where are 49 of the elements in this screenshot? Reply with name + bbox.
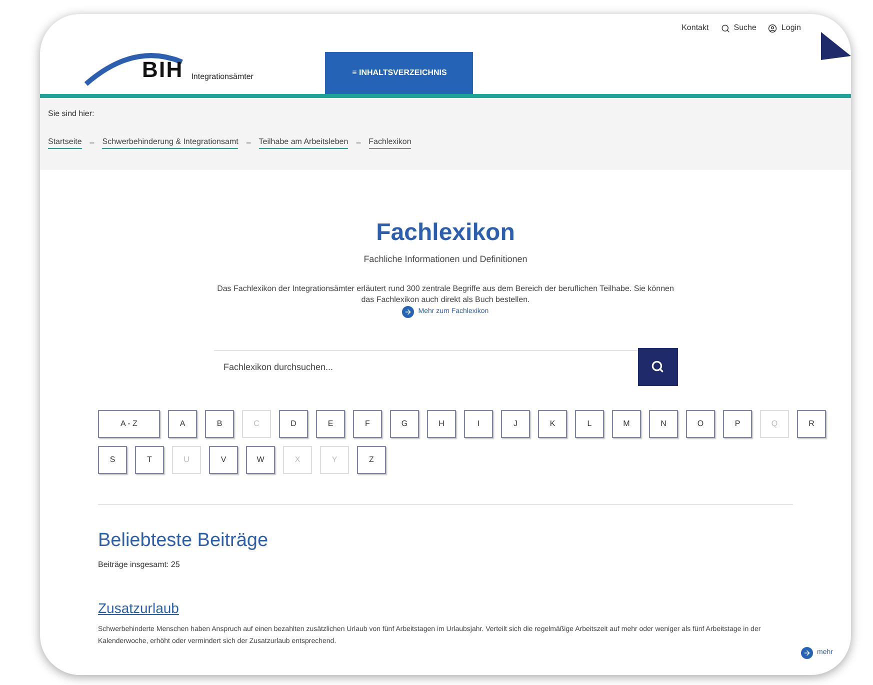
breadcrumb-link[interactable]: Schwerbehinderung & Integrationsamt xyxy=(102,136,238,149)
top-link[interactable]: Kontakt xyxy=(682,22,709,34)
letter-button[interactable]: B xyxy=(205,410,234,438)
top-link[interactable]: Suche xyxy=(720,22,756,34)
search-icon xyxy=(651,360,664,374)
logo-arc-icon xyxy=(84,52,184,86)
letter-button[interactable]: P xyxy=(723,410,752,438)
logo-text: BIH xyxy=(142,56,184,84)
letter-button[interactable]: O xyxy=(686,410,715,438)
letter-button[interactable]: J xyxy=(501,410,530,438)
letter-button[interactable]: N xyxy=(649,410,678,438)
section-title: Beliebteste Beiträge xyxy=(98,528,270,553)
letter-button[interactable]: A - Z xyxy=(98,410,160,438)
letter-button[interactable]: K xyxy=(538,410,567,438)
letter-button[interactable]: Z xyxy=(357,446,386,474)
letter-button[interactable]: G xyxy=(390,410,419,438)
breadcrumb-label: Sie sind hier: xyxy=(48,108,96,120)
corner-icon xyxy=(821,32,851,60)
letter-button[interactable]: E xyxy=(316,410,345,438)
letter-button[interactable]: W xyxy=(246,446,275,474)
letter-button[interactable]: M xyxy=(612,410,641,438)
letter-button[interactable]: D xyxy=(279,410,308,438)
breadcrumb-link[interactable]: Fachlexikon xyxy=(368,136,412,149)
letter-button[interactable]: S xyxy=(98,446,127,474)
post-count: Beiträge insgesamt: 25 xyxy=(98,559,181,572)
letter-button[interactable]: I xyxy=(464,410,493,438)
letter-button[interactable]: A xyxy=(168,410,197,438)
breadcrumb-link[interactable]: Teilhabe am Arbeitsleben xyxy=(258,136,348,149)
letter-button[interactable]: R xyxy=(797,410,826,438)
menu-button[interactable]: ≡ INHALTSVERZEICHNIS xyxy=(325,52,474,94)
intro-text: Das Fachlexikon der Integrationsämter erläutert rund 300 zentrale Begriffe aus dem Bereich der beruflichen Teilhabe. Sie können das Fachlexikon auch direkt als Buch bestellen. xyxy=(216,282,675,305)
separator: – xyxy=(246,136,251,148)
breadcrumb-link[interactable]: Startseite xyxy=(48,136,82,149)
letter-button[interactable]: L xyxy=(575,410,604,438)
search-button[interactable] xyxy=(638,348,678,386)
letter-button[interactable]: V xyxy=(209,446,238,474)
page-subtitle: Fachliche Informationen und Definitionen xyxy=(364,253,528,266)
separator: – xyxy=(356,136,361,148)
top-link[interactable]: Login xyxy=(768,22,801,34)
letter-button[interactable]: H xyxy=(427,410,456,438)
letter-button[interactable]: T xyxy=(135,446,164,474)
logo-subtitle: Integrationsämter xyxy=(191,71,254,83)
user-icon xyxy=(768,24,778,32)
search-icon xyxy=(720,24,730,32)
article-link[interactable]: Zusatzurlaub xyxy=(98,600,179,616)
separator: – xyxy=(90,136,94,148)
letter-button[interactable]: F xyxy=(353,410,382,438)
page-title: Fachlexikon xyxy=(376,218,515,248)
search-field[interactable]: Fachlexikon durchsuchen... xyxy=(214,350,638,384)
